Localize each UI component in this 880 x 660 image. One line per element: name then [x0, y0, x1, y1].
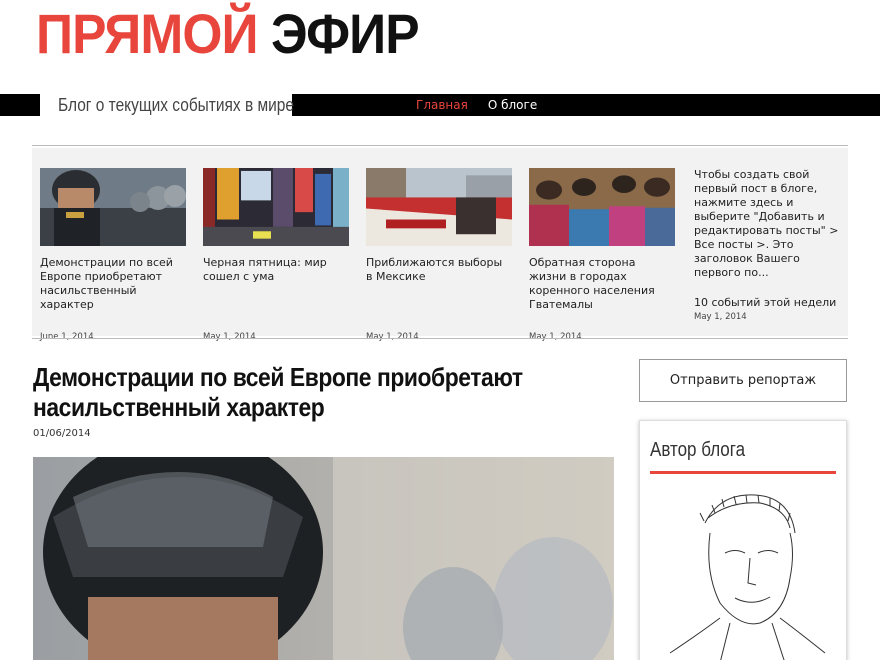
submit-report-button[interactable]: Отправить репортаж — [639, 359, 847, 402]
featured-posts-strip: Демонстрации по всей Европе приобретают … — [32, 148, 848, 342]
mexico-protest-thumbnail[interactable] — [366, 168, 512, 246]
post-title[interactable]: Демонстрации по всей Европе приобретают … — [40, 256, 186, 312]
guatemala-women-thumbnail[interactable] — [529, 168, 675, 246]
post-date: May 1, 2014 — [529, 332, 582, 342]
author-widget-title: Автор блога — [650, 439, 746, 461]
article-title[interactable]: Демонстрации по всей Европе приобретают … — [33, 362, 596, 422]
promo-text: Чтобы создать свой первый пост в блоге, … — [694, 168, 839, 279]
red-rule — [650, 471, 836, 474]
article-date: 01/06/2014 — [33, 428, 91, 439]
post-date: May 1, 2014 — [694, 312, 747, 322]
author-portrait — [669, 494, 826, 660]
post-card[interactable]: Демонстрации по всей Европе приобретают … — [40, 168, 186, 342]
post-card[interactable]: Черная пятница: мир сошел с ума May 1, 2… — [203, 168, 349, 342]
post-title[interactable]: Обратная сторона жизни в городах коренно… — [529, 256, 675, 312]
post-card[interactable]: Приближаются выборы в Мексике May 1, 201… — [366, 168, 512, 342]
post-title[interactable]: Черная пятница: мир сошел с ума — [203, 256, 349, 284]
nav-item-about[interactable]: О блоге — [488, 98, 537, 112]
nav-item-home[interactable]: Главная — [416, 98, 468, 112]
main-nav: Главная О блоге — [416, 94, 537, 116]
logo-part-red: ПРЯМОЙ — [36, 2, 259, 65]
promo-title-link[interactable]: 10 событий этой недели — [694, 296, 836, 309]
divider — [32, 338, 848, 339]
article-hero-image — [33, 457, 614, 660]
author-widget: Автор блога — [639, 420, 847, 660]
logo-part-black: ЭФИР — [271, 2, 420, 65]
times-square-thumbnail[interactable] — [203, 168, 349, 246]
post-card[interactable]: Обратная сторона жизни в городах коренно… — [529, 168, 675, 342]
riot-police-thumbnail[interactable] — [40, 168, 186, 246]
post-date: June 1, 2014 — [40, 332, 94, 342]
site-logo[interactable]: ПРЯМОЙ ЭФИР — [36, 2, 420, 65]
post-title[interactable]: Приближаются выборы в Мексике — [366, 256, 512, 284]
post-date: May 1, 2014 — [203, 332, 256, 342]
post-date: May 1, 2014 — [366, 332, 419, 342]
nav-bar: Блог о текущих событиях в мире Главная О… — [0, 94, 880, 116]
divider — [32, 145, 848, 146]
site-tagline: Блог о текущих событиях в мире — [40, 94, 294, 116]
